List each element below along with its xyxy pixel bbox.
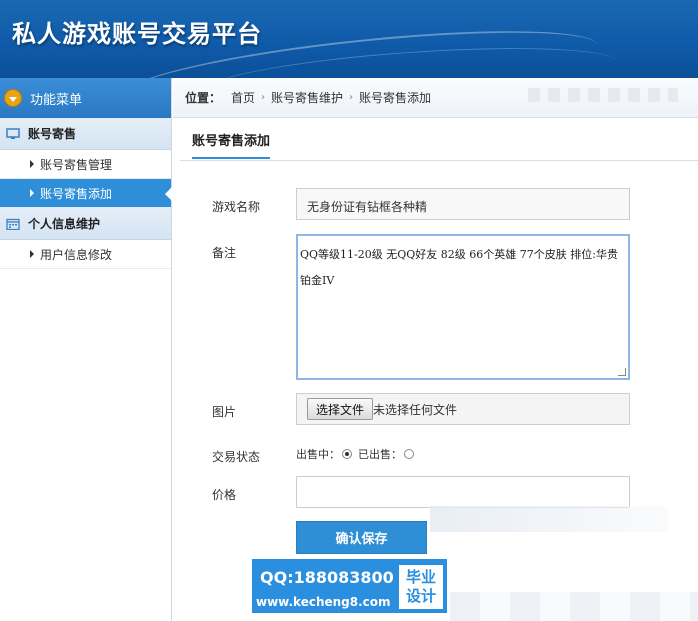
tab-divider <box>180 160 698 161</box>
breadcrumb-label: 位置： <box>185 91 222 105</box>
blurred-area <box>450 592 698 621</box>
site-title: 私人游戏账号交易平台 <box>12 20 262 48</box>
file-status-text: 未选择任何文件 <box>373 402 458 417</box>
breadcrumb-current: 账号寄售添加 <box>359 91 432 105</box>
price-input[interactable] <box>296 476 630 508</box>
image-label: 图片 <box>212 405 237 419</box>
price-label: 价格 <box>212 488 237 502</box>
image-file-input: 选择文件 未选择任何文件 <box>296 393 630 425</box>
choose-file-button[interactable]: 选择文件 <box>307 398 374 420</box>
header-banner: 私人游戏账号交易平台 <box>0 0 698 78</box>
caret-right-icon <box>30 189 34 197</box>
remark-textarea[interactable]: QQ等级11-20级 无QQ好友 82级 66个英雄 77个皮肤 排位:华贵 铂… <box>296 234 630 380</box>
sidebar-item-label: 账号寄售添加 <box>40 186 113 201</box>
sidebar-group-personal-info[interactable]: 个人信息维护 <box>0 208 171 240</box>
watermark-url: www.kecheng8.com <box>256 595 391 609</box>
sidebar-group-label: 个人信息维护 <box>28 217 101 231</box>
tab-consign-add[interactable]: 账号寄售添加 <box>192 130 271 159</box>
menu-title: 功能菜单 <box>30 92 83 108</box>
blurred-area <box>528 88 678 102</box>
monitor-icon <box>6 127 20 139</box>
sidebar-item-label: 账号寄售管理 <box>40 157 113 172</box>
status-radio-group: 出售中： 已出售： <box>296 446 420 462</box>
remark-label: 备注 <box>212 246 237 260</box>
sidebar: 功能菜单 账号寄售 账号寄售管理 账号寄售添加 个人信息维护 用户信息修改 <box>0 78 172 621</box>
remark-line: 铂金IV <box>300 274 335 287</box>
calendar-icon <box>6 218 20 230</box>
caret-right-icon <box>30 250 34 258</box>
watermark-qq: QQ:188083800 <box>260 568 394 587</box>
sidebar-item-consign-manage[interactable]: 账号寄售管理 <box>0 150 171 179</box>
caret-right-icon <box>30 160 34 168</box>
sold-label: 已出售： <box>358 448 402 461</box>
sidebar-item-label: 用户信息修改 <box>40 247 113 262</box>
on-sale-label: 出售中： <box>296 448 340 461</box>
remark-line: QQ等级11-20级 无QQ好友 82级 66个英雄 77个皮肤 排位:华贵 <box>300 248 618 261</box>
sidebar-item-consign-add[interactable]: 账号寄售添加 <box>0 179 172 208</box>
sidebar-group-label: 账号寄售 <box>28 127 77 141</box>
status-label: 交易状态 <box>212 450 261 464</box>
save-button[interactable]: 确认保存 <box>296 521 427 554</box>
chevron-right-icon: › <box>261 92 266 103</box>
watermark: QQ:188083800 www.kecheng8.com 毕业 设计 <box>250 557 449 615</box>
game-name-label: 游戏名称 <box>212 200 261 214</box>
breadcrumb-section[interactable]: 账号寄售维护 <box>271 89 343 106</box>
resize-handle-icon[interactable] <box>618 368 626 376</box>
blurred-area <box>430 506 668 532</box>
game-name-input[interactable]: 无身份证有钻框各种精 <box>296 188 630 220</box>
menu-header[interactable]: 功能菜单 <box>0 78 171 118</box>
watermark-badge-text: 设计 <box>405 587 436 605</box>
watermark-badge: 毕业 设计 <box>399 565 443 609</box>
on-sale-radio[interactable] <box>342 449 352 459</box>
sidebar-item-user-edit[interactable]: 用户信息修改 <box>0 240 171 269</box>
sidebar-group-account-consign[interactable]: 账号寄售 <box>0 118 171 150</box>
chevron-right-icon: › <box>349 92 354 103</box>
chevron-down-icon <box>4 89 22 107</box>
breadcrumb-home[interactable]: 首页 <box>231 89 255 106</box>
watermark-badge-text: 毕业 <box>405 568 436 586</box>
sold-radio[interactable] <box>404 449 414 459</box>
